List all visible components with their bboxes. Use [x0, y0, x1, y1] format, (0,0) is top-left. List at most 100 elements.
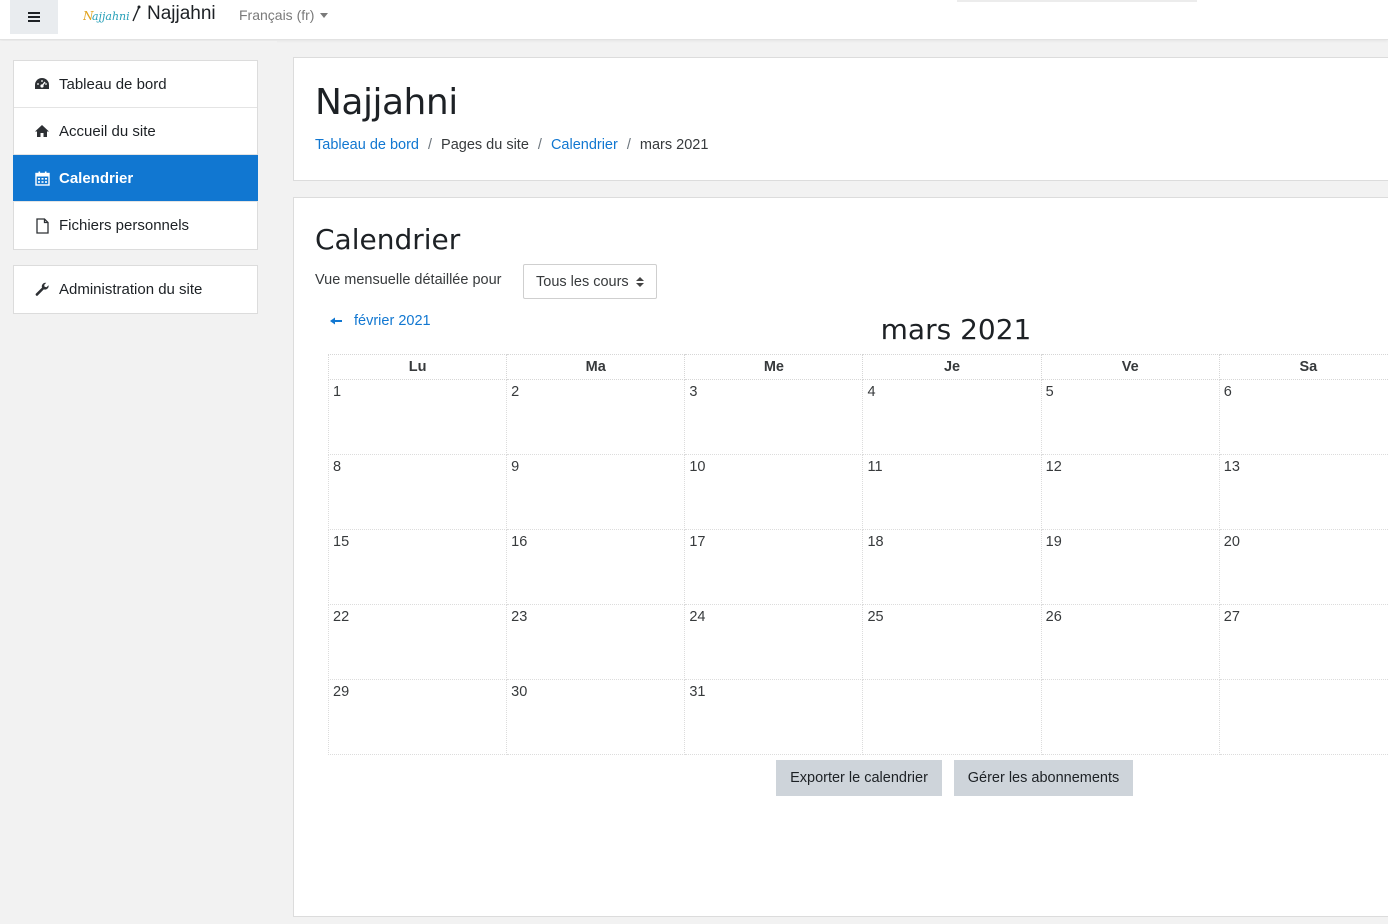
day-cell[interactable]: 20 — [1218, 529, 1388, 605]
weekday-header: Ve — [1040, 354, 1220, 380]
sort-caret-icon — [636, 277, 644, 287]
day-number: 19 — [1045, 534, 1062, 550]
file-icon — [34, 217, 50, 234]
day-cell[interactable]: 2 — [506, 379, 686, 455]
day-number: 4 — [867, 384, 876, 400]
nav-item-label: Administration du site — [59, 281, 203, 298]
week-row: 15 16 17 18 19 20 — [327, 529, 1388, 605]
day-number: 6 — [1223, 384, 1232, 400]
chevron-down-icon — [320, 13, 329, 18]
breadcrumb-separator: / — [428, 137, 433, 153]
day-number: 2 — [511, 384, 520, 400]
top-navbar: N ajjahni Najjahni Français (fr) — [0, 0, 1388, 40]
day-number: 17 — [689, 534, 706, 550]
day-cell — [1040, 679, 1220, 755]
site-name[interactable]: Najjahni — [147, 3, 216, 25]
navbar-shadow — [957, 0, 1197, 2]
site-logo[interactable]: N ajjahni — [82, 4, 141, 26]
day-number: 20 — [1223, 534, 1240, 550]
day-number: 1 — [333, 384, 342, 400]
day-cell[interactable]: 22 — [327, 604, 508, 680]
day-cell[interactable]: 3 — [684, 379, 864, 455]
day-cell[interactable]: 5 — [1040, 379, 1220, 455]
day-cell[interactable]: 26 — [1040, 604, 1220, 680]
day-number: 27 — [1223, 609, 1240, 625]
previous-month-link[interactable]: février 2021 — [330, 313, 431, 329]
breadcrumb-current-month: mars 2021 — [639, 137, 709, 153]
course-filter-label: Vue mensuelle détaillée pour — [315, 272, 502, 288]
calendar-region: Calendrier Vue mensuelle détaillée pour … — [293, 197, 1388, 917]
nav-item-label: Calendrier — [59, 169, 134, 187]
day-cell[interactable]: 30 — [506, 679, 686, 755]
day-cell[interactable]: 11 — [862, 454, 1042, 530]
day-cell[interactable]: 12 — [1040, 454, 1220, 530]
day-number: 25 — [867, 609, 884, 625]
day-number: 8 — [333, 459, 342, 475]
day-cell[interactable]: 1 — [327, 379, 508, 455]
day-number: 12 — [1045, 459, 1062, 475]
day-number: 5 — [1045, 384, 1054, 400]
day-cell[interactable]: 31 — [684, 679, 864, 755]
breadcrumb-site-pages: Pages du site — [441, 137, 529, 153]
day-cell[interactable]: 17 — [684, 529, 864, 605]
manage-subscriptions-button[interactable]: Gérer les abonnements — [954, 760, 1133, 796]
language-menu[interactable]: Français (fr) — [239, 7, 329, 23]
dashboard-icon — [34, 76, 50, 92]
weekday-header-row: Lu Ma Me Je Ve Sa — [327, 354, 1388, 380]
nav-item-label: Tableau de bord — [59, 75, 167, 93]
day-number: 11 — [867, 459, 883, 475]
course-select[interactable]: Tous les cours — [523, 264, 657, 299]
day-cell[interactable]: 29 — [327, 679, 508, 755]
nav-item-private-files[interactable]: Fichiers personnels — [14, 202, 257, 249]
weekday-header: Sa — [1218, 354, 1388, 380]
day-cell[interactable]: 19 — [1040, 529, 1220, 605]
weekday-header: Me — [684, 354, 864, 380]
menu-toggle-button[interactable] — [10, 0, 58, 34]
admin-nav-block: Administration du site — [13, 265, 258, 314]
day-cell[interactable]: 23 — [506, 604, 686, 680]
day-number: 3 — [689, 384, 698, 400]
hamburger-icon — [28, 12, 40, 22]
nav-item-calendar[interactable]: Calendrier — [13, 155, 258, 202]
week-row: 8 9 10 11 12 13 — [327, 454, 1388, 530]
day-number: 13 — [1223, 459, 1240, 475]
day-number: 18 — [867, 534, 884, 550]
day-cell[interactable]: 6 — [1218, 379, 1388, 455]
course-select-value: Tous les cours — [536, 273, 629, 290]
day-number: 10 — [689, 459, 706, 475]
day-cell[interactable]: 27 — [1218, 604, 1388, 680]
breadcrumb-calendar-link[interactable]: Calendrier — [551, 137, 618, 153]
language-label: Français (fr) — [239, 7, 315, 23]
day-number: 31 — [689, 684, 706, 700]
nav-item-dashboard[interactable]: Tableau de bord — [14, 61, 257, 108]
nav-item-site-admin[interactable]: Administration du site — [14, 266, 257, 313]
day-number: 29 — [333, 684, 350, 700]
export-calendar-button[interactable]: Exporter le calendrier — [776, 760, 942, 796]
day-cell[interactable]: 16 — [506, 529, 686, 605]
weekday-header: Ma — [506, 354, 686, 380]
week-row: 1 2 3 4 5 6 — [327, 379, 1388, 455]
day-cell[interactable]: 18 — [862, 529, 1042, 605]
day-cell[interactable]: 9 — [506, 454, 686, 530]
nav-item-site-home[interactable]: Accueil du site — [14, 108, 257, 155]
day-cell[interactable]: 13 — [1218, 454, 1388, 530]
breadcrumb-separator: / — [626, 137, 631, 153]
home-icon — [34, 123, 50, 139]
arrow-left-icon — [330, 316, 344, 326]
day-number: 9 — [511, 459, 520, 475]
day-cell[interactable]: 8 — [327, 454, 508, 530]
weekday-header: Lu — [327, 354, 508, 380]
day-cell[interactable]: 10 — [684, 454, 864, 530]
main-nav-block: Tableau de bord Accueil du site Calendri… — [13, 60, 258, 250]
day-number: 26 — [1045, 609, 1062, 625]
day-cell — [862, 679, 1042, 755]
svg-text:ajjahni: ajjahni — [92, 10, 130, 23]
day-cell[interactable]: 15 — [327, 529, 508, 605]
breadcrumb-dashboard-link[interactable]: Tableau de bord — [315, 137, 419, 153]
day-cell[interactable]: 25 — [862, 604, 1042, 680]
day-cell[interactable]: 24 — [684, 604, 864, 680]
day-number: 15 — [333, 534, 350, 550]
day-number: 16 — [511, 534, 528, 550]
page-header: Najjahni Tableau de bord / Pages du site… — [293, 57, 1388, 181]
day-cell[interactable]: 4 — [862, 379, 1042, 455]
